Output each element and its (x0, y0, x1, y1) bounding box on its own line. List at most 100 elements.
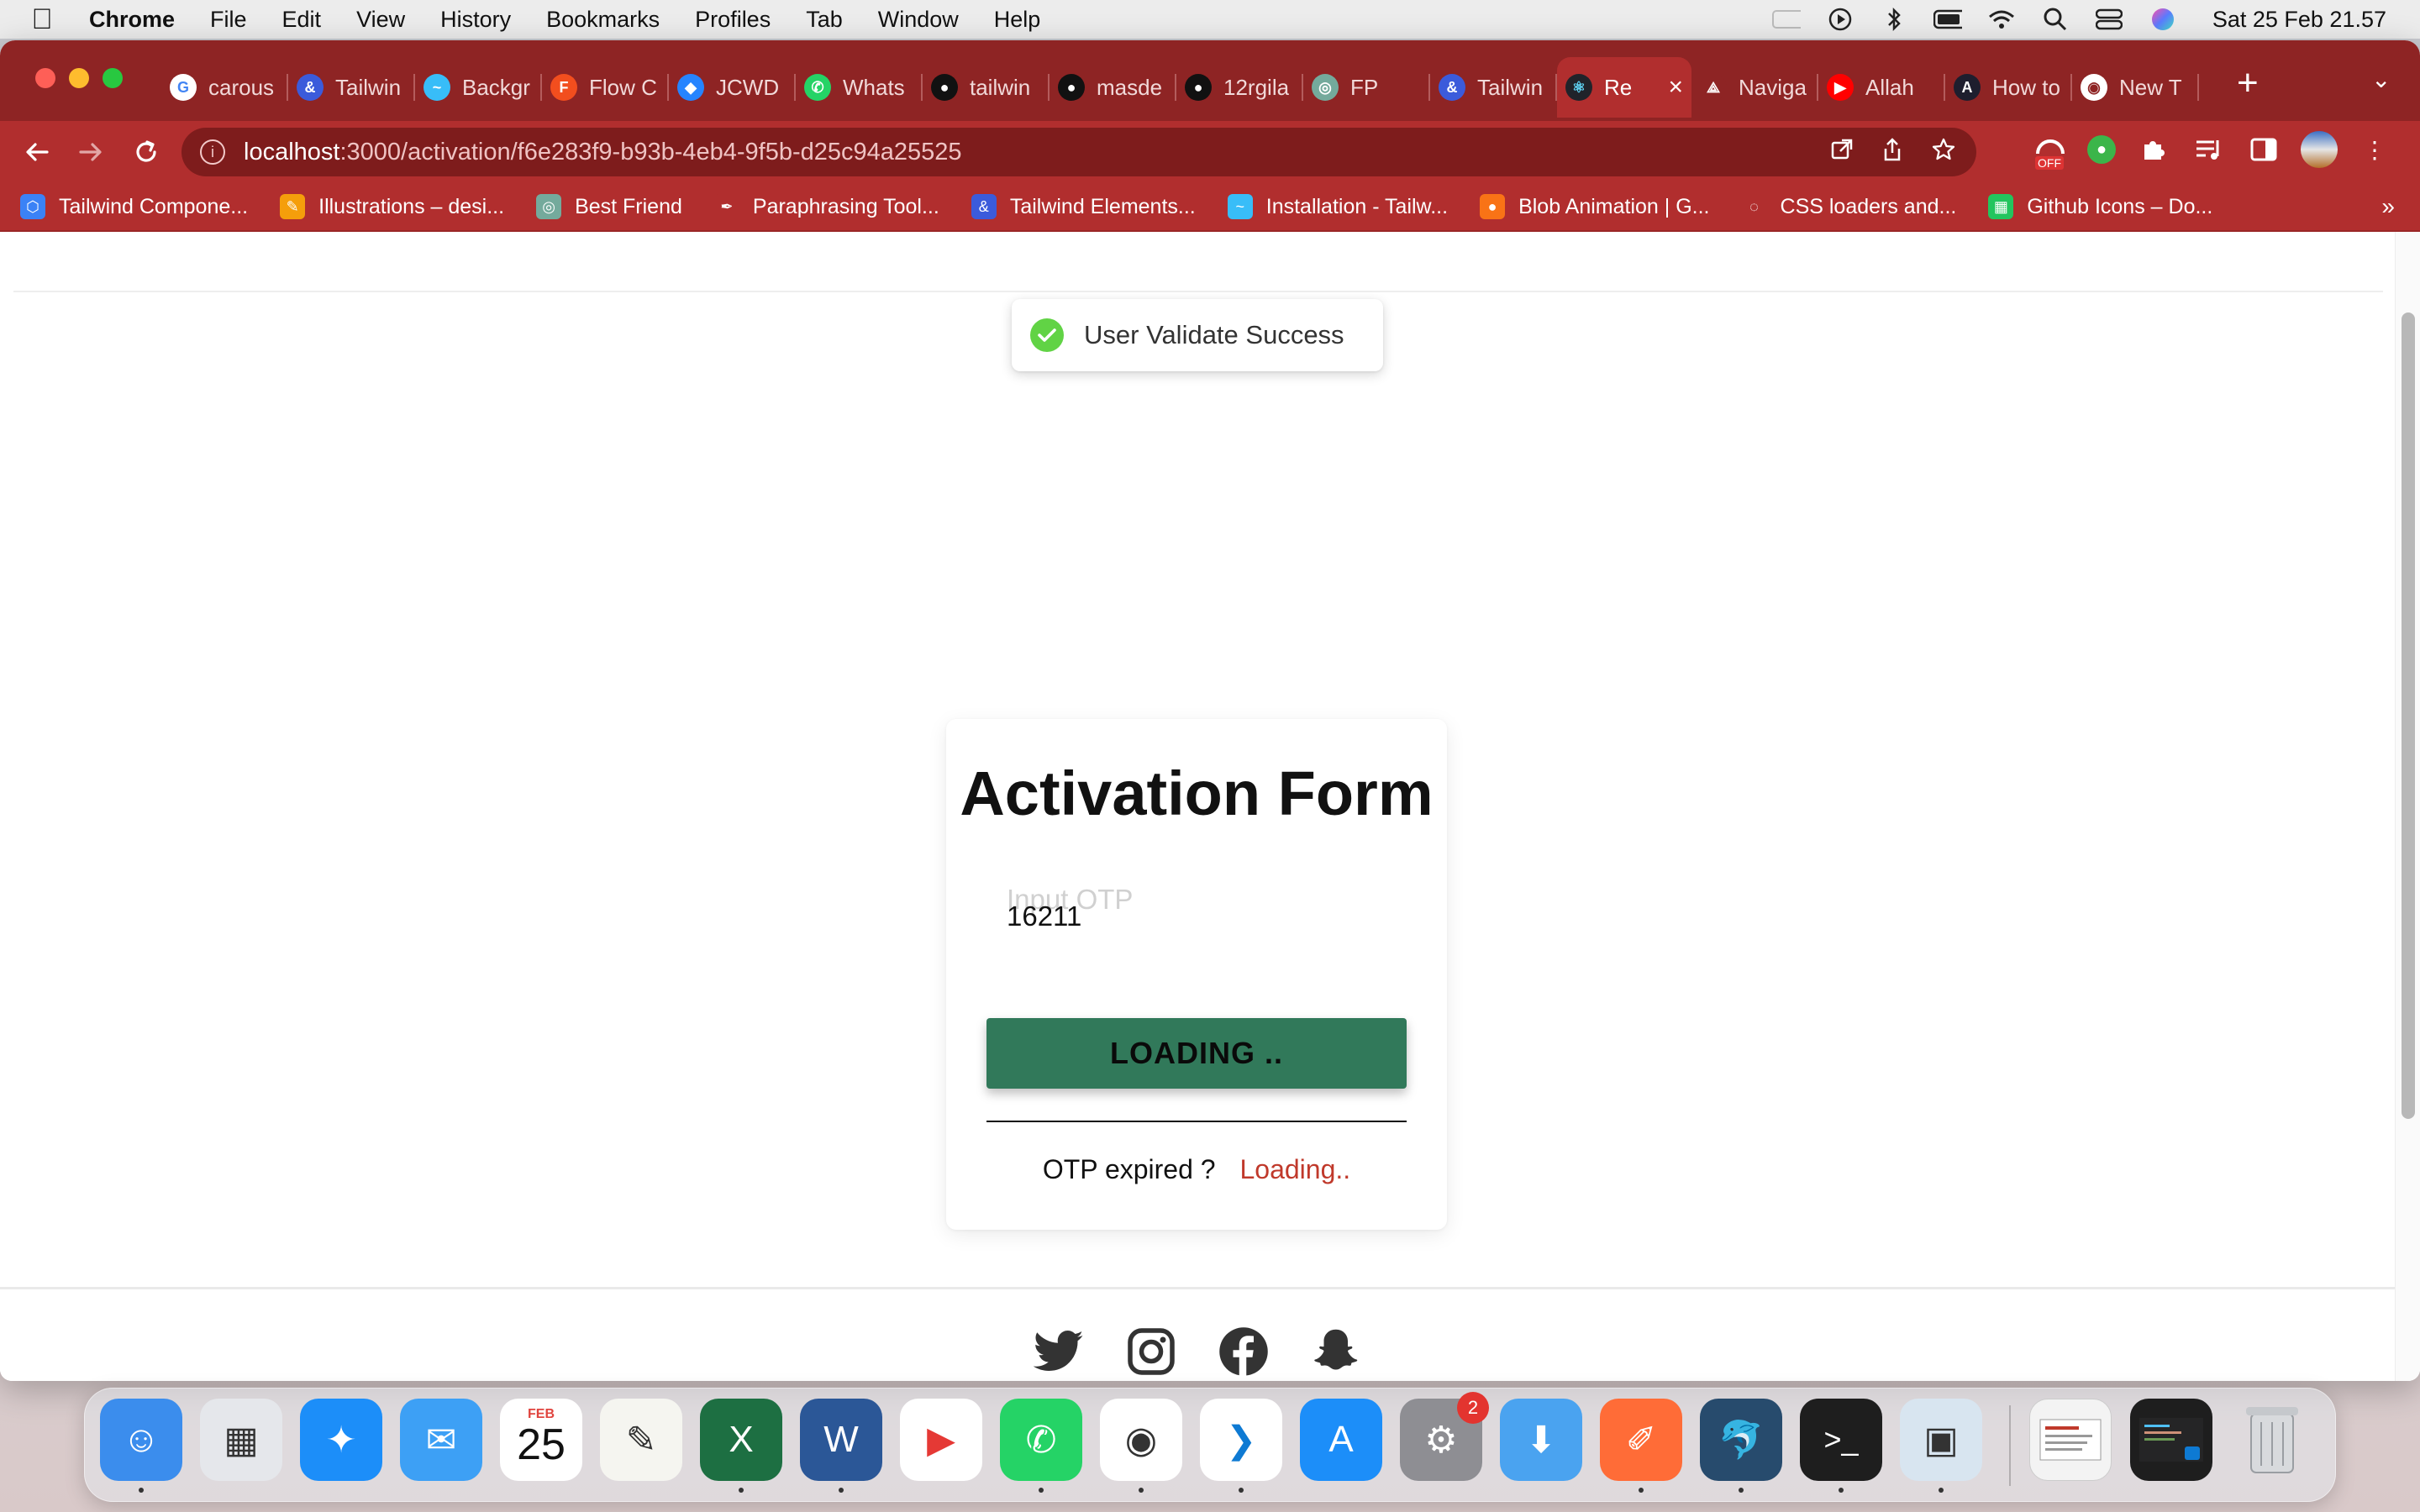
browser-tab[interactable]: ● tailwin (923, 57, 1050, 118)
launchpad-icon[interactable]: ▦ (200, 1399, 282, 1481)
play-icon[interactable] (1826, 7, 1854, 32)
menu-bookmarks[interactable]: Bookmarks (529, 7, 677, 33)
wifi-icon[interactable] (1987, 7, 2016, 32)
bookmark-item[interactable]: ~ Installation - Tailw... (1227, 194, 1448, 219)
new-tab-button[interactable]: + (2237, 62, 2259, 104)
app-store-icon[interactable]: A (1300, 1399, 1382, 1481)
bookmark-item[interactable]: ● Blob Animation | G... (1480, 194, 1710, 219)
extension-off-icon[interactable]: OFF (2032, 131, 2069, 170)
address-bar[interactable]: i localhost:3000/activation/f6e283f9-b93… (182, 128, 1976, 176)
preview-icon[interactable]: ▣ (1900, 1399, 1982, 1493)
spotlight-search-icon[interactable] (2041, 7, 2070, 32)
submit-button[interactable]: LOADING .. (986, 1018, 1407, 1089)
share-icon[interactable] (1881, 137, 1904, 168)
bookmark-item[interactable]: ✎ Illustrations – desi... (280, 194, 504, 219)
browser-tab[interactable]: ● 12rgila (1176, 57, 1303, 118)
facebook-icon[interactable] (1218, 1326, 1269, 1377)
side-panel-icon[interactable] (2245, 131, 2282, 168)
browser-tab[interactable]: F Flow C (542, 57, 669, 118)
resend-otp-link[interactable]: Loading.. (1239, 1154, 1350, 1184)
whatsapp-icon[interactable]: ✆ (1000, 1399, 1082, 1493)
bookmark-item[interactable]: ◎ Best Friend (536, 194, 682, 219)
vscode-icon[interactable]: ❯ (1200, 1399, 1282, 1493)
siri-icon[interactable] (2149, 7, 2177, 32)
vertical-scrollbar[interactable] (2395, 232, 2420, 1381)
minimize-window-button[interactable] (69, 68, 89, 88)
word-icon[interactable]: W (800, 1399, 882, 1493)
minimized-window-thumbnail[interactable] (2029, 1399, 2112, 1481)
forward-button[interactable] (66, 127, 116, 177)
browser-window: Gcarous & Tailwin ~ Backgr F Flow C ◆ JCWD ✆ Whats… (0, 40, 2420, 1381)
site-info-icon[interactable]: i (200, 139, 225, 165)
battery-icon[interactable] (1933, 7, 1962, 32)
reload-button[interactable] (121, 127, 171, 177)
browser-tab[interactable]: & Tailwin (288, 57, 415, 118)
menu-history[interactable]: History (423, 7, 529, 33)
calendar-icon[interactable]: FEB 25 (500, 1399, 582, 1481)
browser-tab[interactable]: ◎ FP (1303, 57, 1430, 118)
close-window-button[interactable] (35, 68, 55, 88)
apple-menu-icon[interactable]:  (0, 3, 84, 36)
postman-icon[interactable]: ✐ (1600, 1399, 1682, 1493)
menu-app-name[interactable]: Chrome (84, 7, 192, 33)
extension-green-icon[interactable]: ● (2087, 135, 2116, 164)
mail-icon[interactable]: ✉ (400, 1399, 482, 1481)
browser-tab[interactable]: ● masde (1050, 57, 1176, 118)
menu-tab[interactable]: Tab (788, 7, 860, 33)
system-settings-icon[interactable]: ⚙ 2 (1400, 1392, 1489, 1481)
browser-tab[interactable]: ▶ Allah (1818, 57, 1945, 118)
browser-tab[interactable]: ◉ New T (2072, 57, 2199, 118)
snapchat-icon[interactable] (1311, 1326, 1361, 1377)
browser-tab[interactable]: ⟁ Naviga (1691, 57, 1818, 118)
menu-view[interactable]: View (339, 7, 423, 33)
profile-avatar[interactable] (2301, 131, 2338, 168)
menu-file[interactable]: File (192, 7, 265, 33)
bookmark-label: Illustrations – desi... (318, 194, 505, 218)
back-button[interactable] (12, 127, 62, 177)
tab-search-chevron-icon[interactable]: ⌄ (2371, 66, 2391, 93)
safari-icon[interactable]: ✦ (300, 1399, 382, 1481)
more-bookmarks-chevron-icon[interactable]: » (2381, 193, 2395, 220)
browser-tab[interactable]: ⚛ Re × (1557, 57, 1691, 118)
browser-tab[interactable]: & Tailwin (1430, 57, 1557, 118)
bookmark-item[interactable]: ◌ CSS loaders and... (1742, 194, 1956, 219)
mysql-workbench-icon[interactable]: 🐬 (1700, 1399, 1782, 1493)
bookmark-item[interactable]: ✒ Paraphrasing Tool... (713, 194, 939, 219)
browser-tab[interactable]: ◆ JCWD (669, 57, 796, 118)
browser-tab[interactable]: ~ Backgr (415, 57, 542, 118)
downloader-icon[interactable]: ⬇ (1500, 1399, 1582, 1481)
browser-tab[interactable]: A How to (1945, 57, 2072, 118)
browser-tab[interactable]: ✆ Whats (796, 57, 923, 118)
menu-edit[interactable]: Edit (265, 7, 339, 33)
maximize-window-button[interactable] (103, 68, 123, 88)
chrome-icon[interactable]: ◉ (1100, 1399, 1182, 1493)
bookmark-star-icon[interactable] (1931, 137, 1956, 168)
instagram-icon[interactable] (1126, 1326, 1176, 1377)
open-external-icon[interactable] (1830, 138, 1854, 167)
bookmark-item[interactable]: & Tailwind Elements... (971, 194, 1196, 219)
menubar-clock[interactable]: Sat 25 Feb 21.57 (2212, 7, 2386, 33)
chrome-menu-icon[interactable]: ⋮ (2356, 131, 2393, 168)
menu-profiles[interactable]: Profiles (677, 7, 788, 33)
media-controls-icon[interactable] (2190, 131, 2227, 168)
bluetooth-icon[interactable] (1880, 7, 1908, 32)
trash-icon[interactable] (2231, 1399, 2313, 1481)
extensions-puzzle-icon[interactable] (2134, 131, 2171, 168)
browser-tab[interactable]: Gcarous (161, 57, 288, 118)
finder-icon[interactable]: ☺ (100, 1399, 182, 1493)
close-tab-icon[interactable]: × (1668, 73, 1683, 102)
twitter-icon[interactable] (1034, 1326, 1084, 1377)
otp-input[interactable] (1007, 897, 1402, 936)
menu-window[interactable]: Window (860, 7, 976, 33)
excel-icon[interactable]: X (700, 1399, 782, 1493)
scrollbar-thumb[interactable] (2402, 312, 2415, 1119)
control-center-icon[interactable] (2095, 7, 2123, 32)
textedit-icon[interactable]: ✎ (600, 1399, 682, 1481)
player-icon[interactable]: ▶ (900, 1399, 982, 1481)
bookmark-item[interactable]: ⬡ Tailwind Compone... (20, 194, 248, 219)
menu-help[interactable]: Help (976, 7, 1059, 33)
bookmark-item[interactable]: ▦ Github Icons – Do... (1988, 194, 2212, 219)
terminal-icon[interactable]: >_ (1800, 1399, 1882, 1493)
minimized-vscode-window-thumbnail[interactable] (2130, 1399, 2212, 1481)
drive-icon[interactable] (1771, 7, 1801, 32)
